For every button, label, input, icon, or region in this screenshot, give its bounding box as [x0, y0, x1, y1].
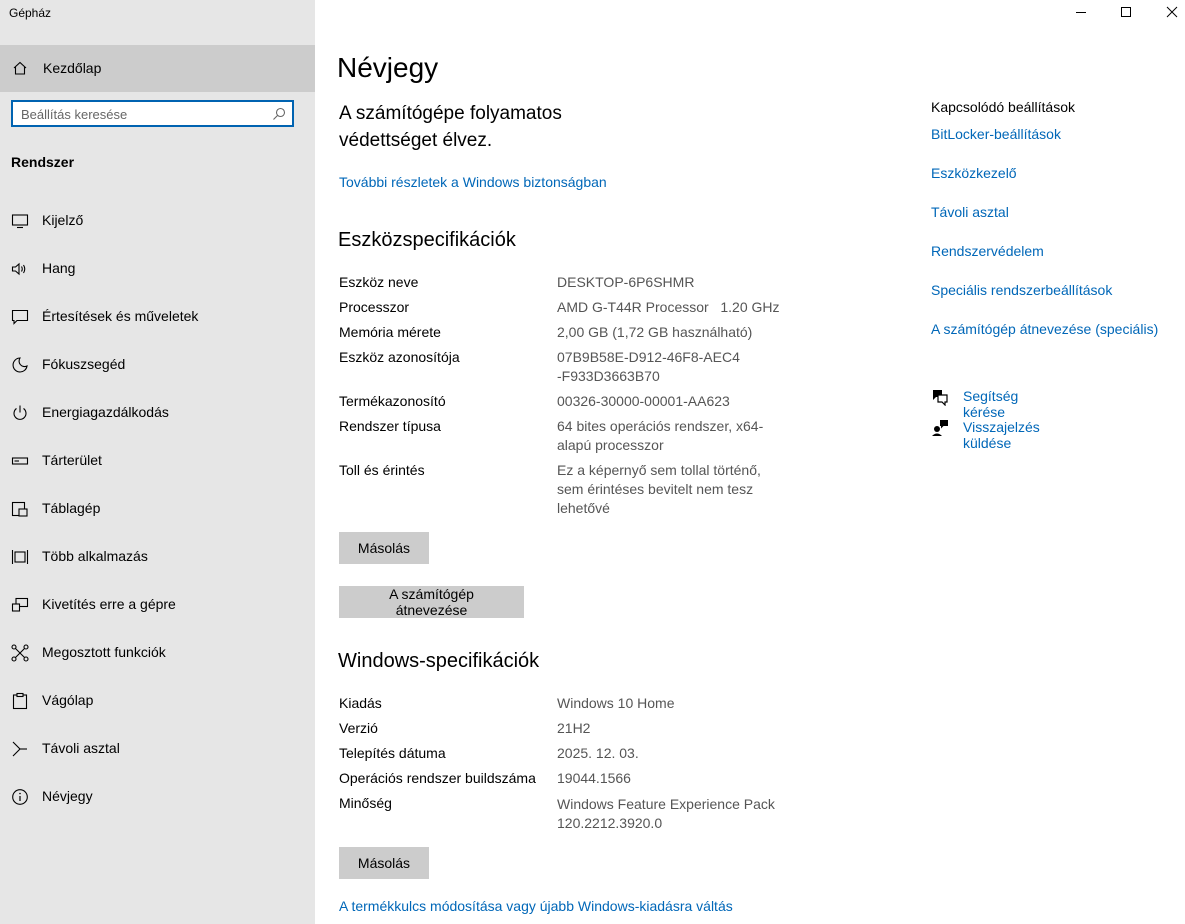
system-protection-link[interactable]: Rendszervédelem — [931, 243, 1044, 259]
related-settings-heading: Kapcsolódó beállítások — [931, 99, 1075, 115]
spec-value: Ez a képernyő sem tollal történő, sem ér… — [557, 462, 761, 516]
sidebar-item-display[interactable]: Kijelző — [0, 201, 315, 241]
spec-label: Memória mérete — [339, 324, 441, 340]
feedback-icon — [932, 420, 948, 436]
spec-value: Windows Feature Experience Pack 120.2212… — [557, 796, 775, 831]
spec-value: DESKTOP-6P6SHMR — [557, 274, 695, 290]
device-manager-link[interactable]: Eszközkezelő — [931, 165, 1017, 181]
sidebar-item-label: Hang — [42, 260, 76, 276]
sidebar-item-label: Több alkalmazás — [42, 548, 148, 564]
search-input[interactable] — [21, 105, 261, 123]
sidebar-item-label: Táblagép — [42, 500, 101, 516]
sidebar-item-focus-assist[interactable]: Fókuszsegéd — [0, 345, 315, 385]
sidebar-item-label: Kivetítés erre a gépre — [42, 596, 176, 612]
spec-value: AMD G-T44R Processor 1.20 GHz — [557, 299, 780, 315]
spec-value: 64 bites operációs rendszer, x64-alapú p… — [557, 418, 764, 453]
spec-label: Toll és érintés — [339, 462, 425, 478]
spec-label: Eszköz azonosítója — [339, 349, 460, 365]
home-label: Kezdőlap — [43, 60, 102, 76]
display-icon — [11, 214, 29, 229]
spec-value: 00326-30000-00001-AA623 — [557, 393, 730, 409]
copy-device-specs-button[interactable]: Másolás — [339, 532, 429, 564]
multitasking-icon — [11, 550, 29, 564]
clipboard-icon — [12, 692, 28, 710]
notification-icon — [11, 309, 29, 325]
sidebar-item-label: Fókuszsegéd — [42, 356, 126, 372]
moon-icon — [12, 357, 28, 373]
sidebar-item-label: Névjegy — [42, 788, 93, 804]
windows-specs-heading: Windows-specifikációk — [338, 650, 540, 672]
storage-icon — [11, 457, 29, 465]
send-feedback-label: Visszajelzés küldése — [963, 419, 1040, 451]
spec-value: 19044.1566 — [557, 770, 631, 786]
close-icon[interactable] — [1148, 0, 1185, 26]
remote-desktop-link[interactable]: Távoli asztal — [931, 204, 1009, 220]
info-icon — [12, 789, 28, 805]
spec-label: Verzió — [339, 720, 378, 736]
shared-icon — [11, 644, 29, 662]
search-box[interactable] — [11, 100, 294, 127]
spec-label: Minőség — [339, 795, 392, 811]
sidebar-item-label: Energiagazdálkodás — [42, 404, 169, 420]
sidebar-item-label: Értesítések és műveletek — [42, 308, 199, 324]
remote-desktop-icon — [12, 741, 27, 757]
sidebar-item-clipboard[interactable]: Vágólap — [0, 681, 315, 721]
home-icon — [13, 61, 27, 75]
spec-value: Windows 10 Home — [557, 695, 675, 711]
help-chat-icon — [933, 390, 948, 406]
device-specs-heading: Eszközspecifikációk — [338, 229, 516, 251]
sidebar-item-label: Távoli asztal — [42, 740, 120, 756]
protection-status: A számítógépe folyamatos védettséget élv… — [339, 103, 562, 151]
spec-label: Processzor — [339, 299, 410, 315]
sidebar-item-label: Megosztott funkciók — [42, 644, 166, 660]
spec-value: 21H2 — [557, 720, 591, 736]
section-heading: Rendszer — [11, 154, 75, 170]
rename-pc-advanced-link[interactable]: A számítógép átnevezése (speciális) — [931, 321, 1158, 337]
search-icon[interactable] — [272, 107, 286, 121]
sidebar-item-about[interactable]: Névjegy — [0, 777, 315, 817]
sidebar: Gépház Kezdőlap Rendszer Kijelző Hang — [0, 0, 315, 924]
spec-label: Telepítés dátuma — [339, 745, 446, 761]
sidebar-item-multitasking[interactable]: Több alkalmazás — [0, 537, 315, 577]
spec-label: Eszköz neve — [339, 274, 419, 290]
get-help-label: Segítség kérése — [963, 388, 1019, 420]
app-title: Gépház — [9, 6, 52, 20]
sidebar-item-projecting[interactable]: Kivetítés erre a gépre — [0, 585, 315, 625]
bitlocker-settings-link[interactable]: BitLocker-beállítások — [931, 126, 1061, 142]
rename-pc-button[interactable]: A számítógép átnevezése — [339, 586, 524, 618]
home-nav-item[interactable]: Kezdőlap — [0, 45, 315, 92]
tablet-icon — [11, 501, 28, 517]
minimize-icon[interactable] — [1058, 0, 1104, 26]
security-details-link[interactable]: További részletek a Windows biztonságban — [339, 174, 607, 190]
spec-value: 2025. 12. 03. — [557, 745, 639, 761]
advanced-system-settings-link[interactable]: Speciális rendszerbeállítások — [931, 282, 1112, 298]
sidebar-item-sound[interactable]: Hang — [0, 249, 315, 289]
maximize-icon[interactable] — [1103, 0, 1149, 26]
spec-label: Termékazonosító — [339, 393, 446, 409]
sidebar-item-storage[interactable]: Tárterület — [0, 441, 315, 481]
change-product-key-link[interactable]: A termékkulcs módosítása vagy újabb Wind… — [339, 898, 733, 914]
copy-windows-specs-button[interactable]: Másolás — [339, 847, 429, 879]
spec-value: 2,00 GB (1,72 GB használható) — [557, 324, 753, 340]
spec-label: Operációs rendszer buildszáma — [339, 770, 536, 786]
sidebar-item-power[interactable]: Energiagazdálkodás — [0, 393, 315, 433]
sidebar-item-tablet[interactable]: Táblagép — [0, 489, 315, 529]
sidebar-item-label: Vágólap — [42, 692, 94, 708]
sidebar-item-label: Kijelző — [42, 212, 84, 228]
sidebar-item-remote-desktop[interactable]: Távoli asztal — [0, 729, 315, 769]
page-title: Névjegy — [337, 52, 439, 83]
power-icon — [13, 405, 27, 420]
spec-label: Rendszer típusa — [339, 418, 441, 434]
spec-label: Kiadás — [339, 695, 382, 711]
speaker-icon — [11, 262, 26, 276]
project-icon — [11, 597, 29, 612]
sidebar-item-notifications[interactable]: Értesítések és műveletek — [0, 297, 315, 337]
spec-value: 07B9B58E-D912-46F8-AEC4-F933D3663B70 — [557, 349, 740, 384]
sidebar-item-label: Tárterület — [42, 452, 102, 468]
sidebar-item-shared-experiences[interactable]: Megosztott funkciók — [0, 633, 315, 673]
